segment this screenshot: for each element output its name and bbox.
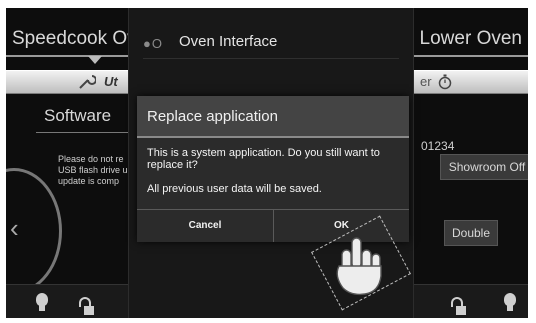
unlock-icon[interactable] (79, 297, 94, 315)
software-label: Software (44, 106, 112, 125)
serial-number-fragment: 01234 (421, 139, 455, 153)
left-bottom-bar (6, 284, 128, 318)
utilities-label-fragment: Ut (104, 74, 118, 89)
utilities-bar[interactable]: Ut (6, 70, 134, 94)
app-chooser-title[interactable]: Oven Interface (179, 33, 277, 50)
double-button[interactable]: Double (444, 220, 498, 246)
lower-oven-title: Lower Oven (419, 28, 522, 49)
wrench-icon (79, 75, 96, 89)
dialog-title: Replace application (147, 108, 278, 125)
dialog-message: This is a system application. Do you sti… (147, 147, 380, 171)
replace-application-dialog: Replace application This is a system app… (137, 96, 409, 242)
app-chooser-divider (143, 58, 399, 59)
left-arrow-icon[interactable]: ‹ (10, 213, 19, 244)
right-bar-label-fragment: er (420, 74, 432, 89)
dialog-note: All previous user data will be saved. (147, 183, 322, 195)
hand-pointer-icon (336, 237, 382, 296)
screen: Speedcook Ov Ut Software Please do not r… (6, 8, 528, 318)
right-title-underline (414, 55, 528, 57)
left-title-underline (6, 55, 134, 57)
right-light-bulb-icon[interactable] (504, 293, 516, 311)
timer-icon (438, 74, 452, 90)
left-dropdown-indicator-icon (88, 56, 102, 64)
dialog-body: This is a system application. Do you sti… (147, 147, 403, 195)
right-timer-bar[interactable]: er (414, 70, 528, 94)
showroom-off-button[interactable]: Showroom Off (440, 154, 528, 180)
oven-app-icon: ●O (143, 36, 163, 51)
cancel-button[interactable]: Cancel (137, 210, 274, 242)
light-bulb-icon[interactable] (36, 293, 48, 311)
software-header: Software (36, 100, 136, 133)
speedcook-oven-title: Speedcook Ov (12, 28, 137, 49)
right-unlock-icon[interactable] (451, 297, 466, 315)
dialog-header: Replace application (137, 96, 409, 138)
